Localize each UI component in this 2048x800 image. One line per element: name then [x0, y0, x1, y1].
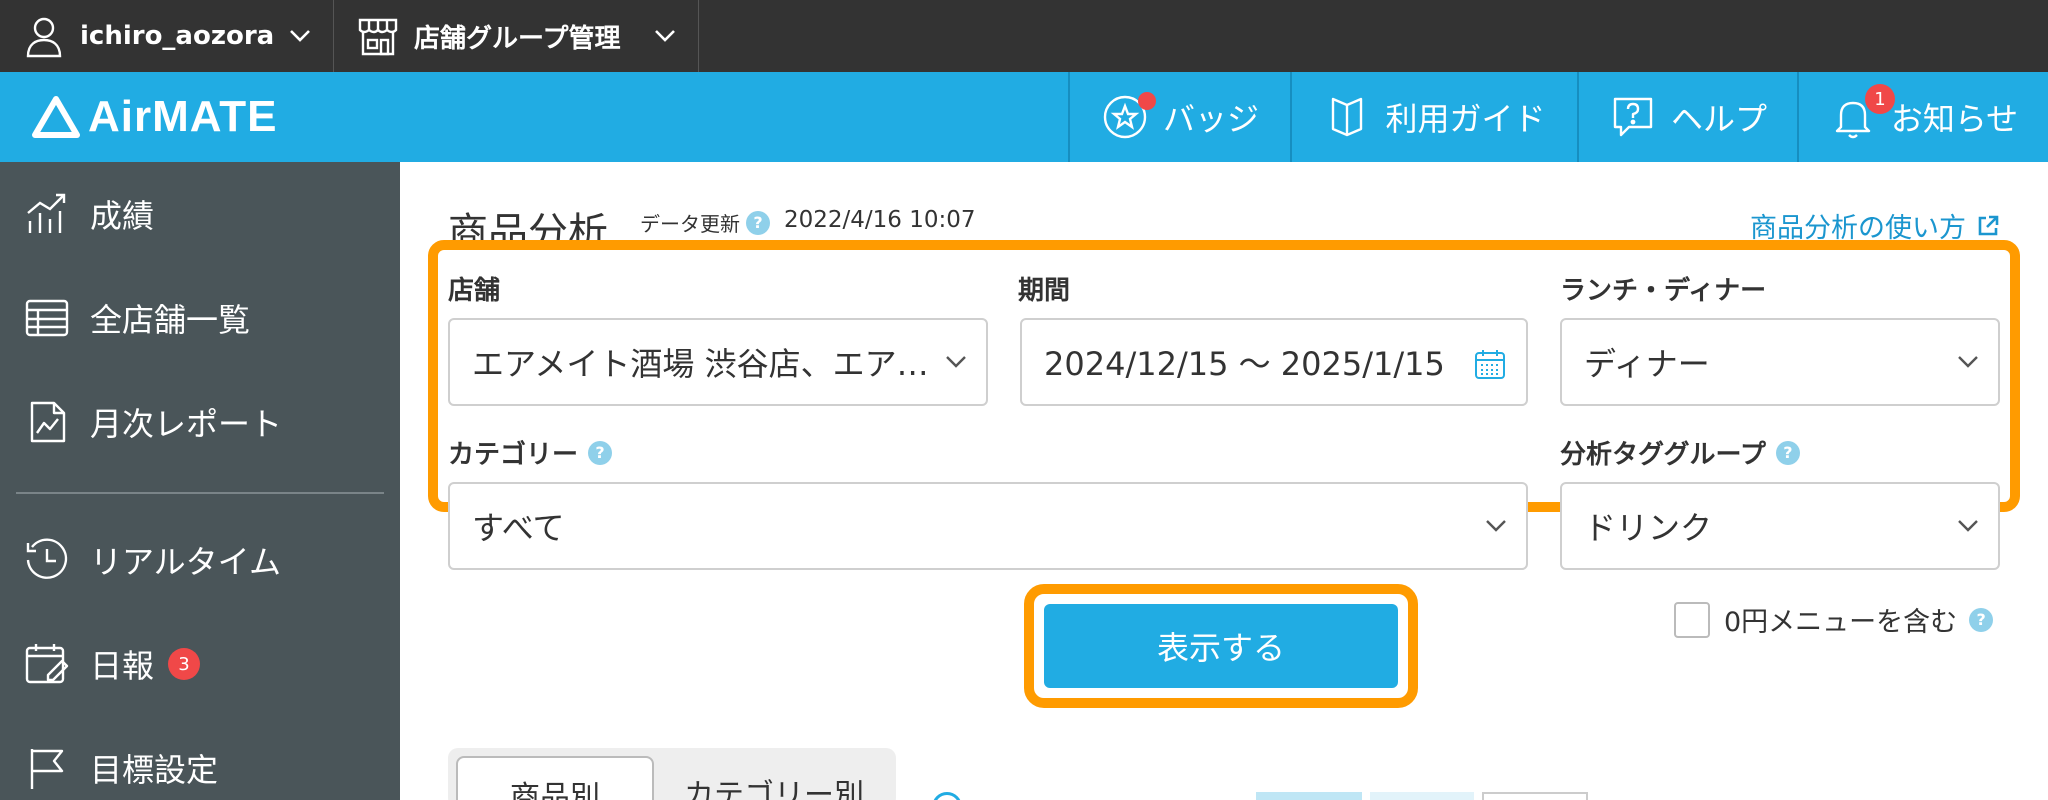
chart-bar-segment	[1256, 792, 1362, 800]
store-icon	[358, 18, 398, 56]
category-label-text: カテゴリー	[448, 440, 579, 470]
sidebar-item-monthly-report[interactable]: 月次レポート	[0, 382, 400, 462]
app-header: AirMATE バッジ 利用ガイド ヘルプ お知らせ 1	[0, 72, 2048, 162]
store-select[interactable]: エアメイト酒場 渋谷店、エア…	[448, 318, 988, 406]
meal-select[interactable]: ディナー	[1560, 318, 2000, 406]
radio-icon[interactable]	[932, 792, 962, 800]
flag-icon	[30, 749, 64, 789]
sidebar-item-label: 月次レポート	[90, 405, 283, 443]
zero-yen-label: 0円メニューを含む	[1724, 607, 1958, 638]
sidebar-item-daily-report[interactable]: 日報 3	[0, 624, 400, 704]
calendar-icon[interactable]	[1474, 348, 1506, 380]
tab-by-category[interactable]: カテゴリー別	[660, 756, 888, 800]
tag-group-label-text: 分析タググループ	[1560, 440, 1766, 470]
user-menu[interactable]: ichiro_aozora	[0, 0, 334, 72]
calendar-edit-icon	[25, 644, 69, 684]
sidebar-item-results[interactable]: 成績	[0, 174, 400, 254]
chevron-down-icon	[655, 30, 675, 42]
zero-yen-option[interactable]: 0円メニューを含む ?	[1674, 600, 1994, 639]
question-icon[interactable]: ?	[588, 440, 613, 465]
data-update-text: データ更新	[640, 212, 740, 236]
view-tabs: 商品別 カテゴリー別	[448, 748, 896, 800]
sidebar-item-label: 全店舗一覧	[90, 301, 251, 339]
sidebar-item-label: 目標設定	[90, 751, 219, 789]
nav-notice-label: お知らせ	[1890, 100, 2019, 138]
top-bar: ichiro_aozora 店舗グループ管理	[0, 0, 2048, 72]
clock-icon	[26, 538, 68, 579]
store-group-menu[interactable]: 店舗グループ管理	[334, 0, 699, 72]
book-icon	[1332, 97, 1363, 137]
logo-text: AirMATE	[88, 92, 278, 141]
store-select-value: エアメイト酒場 渋谷店、エア…	[472, 345, 929, 383]
nav-notice[interactable]: お知らせ 1	[1797, 72, 2048, 162]
zero-yen-checkbox[interactable]	[1674, 601, 1710, 638]
sidebar-item-goal-setting[interactable]: 目標設定	[0, 728, 400, 800]
app-logo[interactable]: AirMATE	[30, 90, 278, 144]
data-update-time: 2022/4/16 10:07	[784, 207, 976, 233]
chevron-down-icon	[946, 356, 966, 368]
store-label: 店舗	[448, 276, 501, 306]
chevron-down-icon	[290, 30, 310, 42]
chart-bar-segment	[1482, 792, 1588, 800]
store-group-label: 店舗グループ管理	[414, 23, 621, 54]
sidebar-divider	[16, 492, 384, 494]
tag-group-select-value: ドリンク	[1584, 509, 1713, 547]
period-label: 期間	[1018, 276, 1071, 306]
nav-help[interactable]: ヘルプ	[1577, 72, 1797, 162]
user-icon	[26, 17, 62, 58]
sidebar-item-realtime[interactable]: リアルタイム	[0, 520, 400, 600]
chevron-down-icon	[1958, 520, 1978, 532]
nav-badge[interactable]: バッジ	[1068, 72, 1290, 162]
user-name: ichiro_aozora	[80, 21, 275, 51]
category-select[interactable]: すべて	[448, 482, 1528, 570]
notice-count-badge: 1	[1865, 84, 1895, 114]
period-picker[interactable]: 2024/12/15 〜 2025/1/15	[1020, 318, 1528, 406]
question-icon[interactable]: ?	[746, 210, 770, 235]
sidebar-item-label: リアルタイム	[90, 543, 282, 581]
sidebar-item-label: 日報	[90, 647, 155, 685]
tag-group-select[interactable]: ドリンク	[1560, 482, 2000, 570]
period-value: 2024/12/15 〜 2025/1/15	[1044, 345, 1445, 383]
tag-group-label: 分析タググループ ?	[1560, 434, 1800, 471]
sidebar: 成績 全店舗一覧 月次レポート リアルタイム 日報 3 目標設定	[0, 162, 400, 800]
external-link-icon	[1978, 215, 1999, 235]
show-button[interactable]: 表示する	[1044, 604, 1398, 688]
nav-badge-label: バッジ	[1162, 100, 1259, 138]
chart-icon	[27, 193, 66, 233]
category-label: カテゴリー ?	[448, 434, 613, 471]
report-icon	[30, 401, 66, 443]
sidebar-item-all-stores[interactable]: 全店舗一覧	[0, 278, 400, 358]
main-content: 商品分析 データ更新 ? 2022/4/16 10:07 商品分析の使い方 店舗…	[400, 162, 2048, 800]
data-update-label: データ更新 ?	[640, 208, 770, 237]
chevron-down-icon	[1486, 520, 1506, 532]
question-icon[interactable]: ?	[1969, 607, 1994, 632]
sidebar-item-label: 成績	[90, 197, 155, 235]
nav-guide[interactable]: 利用ガイド	[1290, 72, 1577, 162]
meal-select-value: ディナー	[1584, 345, 1710, 383]
meal-label: ランチ・ディナー	[1560, 276, 1767, 306]
tab-by-product[interactable]: 商品別	[456, 756, 654, 800]
category-select-value: すべて	[472, 509, 565, 547]
daily-report-badge: 3	[168, 648, 201, 680]
chevron-down-icon	[1958, 356, 1978, 368]
table-icon	[25, 299, 69, 337]
nav-help-label: ヘルプ	[1670, 100, 1767, 138]
nav-guide-label: 利用ガイド	[1385, 100, 1546, 138]
badge-notification-dot	[1138, 92, 1156, 110]
help-bubble-icon	[1613, 97, 1653, 137]
chart-bar-segment	[1370, 792, 1474, 800]
question-icon[interactable]: ?	[1775, 440, 1800, 465]
logo-triangle-icon	[32, 96, 80, 138]
